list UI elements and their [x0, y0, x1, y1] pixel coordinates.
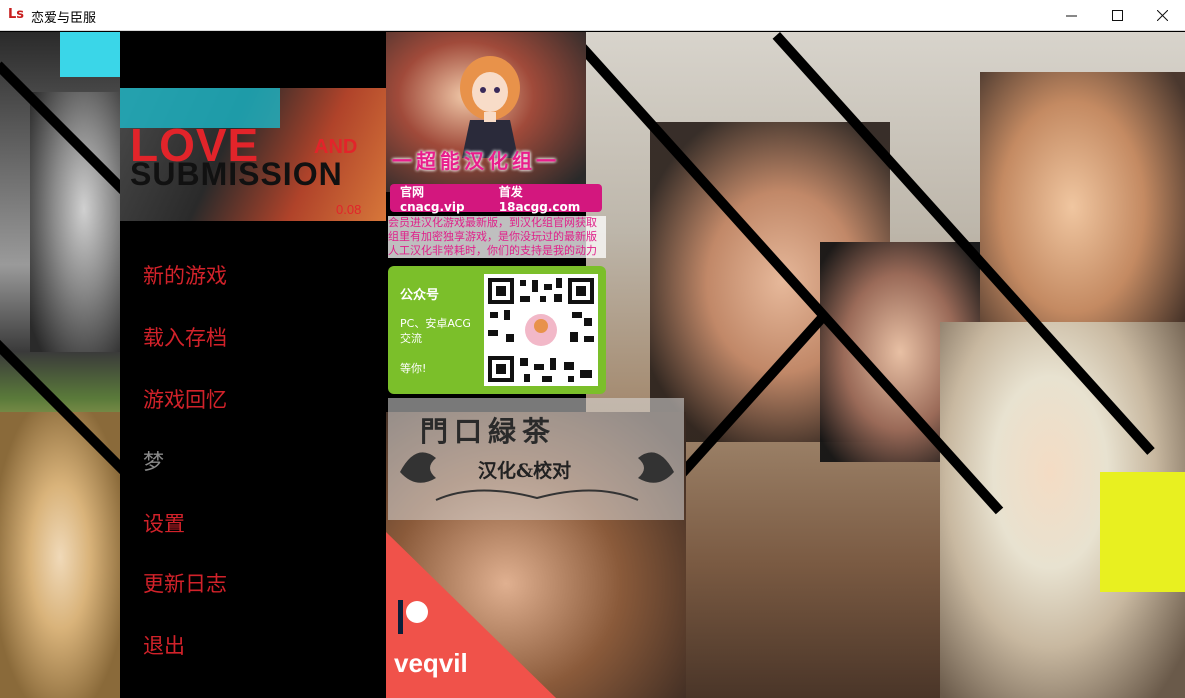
credit-names: 門口緑茶: [420, 415, 557, 448]
translation-group-title: 一超能汉化组一: [392, 149, 560, 173]
menu-quit[interactable]: 退出: [143, 630, 185, 660]
qr-card: 公众号 PC、安卓ACG交流 等你!: [388, 266, 606, 394]
notice-line: 组里有加密独享游戏，是你没玩过的最新版: [388, 230, 597, 243]
translation-site-banner[interactable]: 官网 cnacg.vip 首发18acgg.com: [390, 184, 602, 214]
notice-line: 会员进汉化游戏最新版，到汉化组官网获取: [388, 216, 597, 229]
game-main-menu: LOVE AND SUBMISSION 0.08 新的游戏 载入存档 游戏回忆 …: [0, 32, 1185, 698]
character-art-man: [30, 92, 120, 352]
game-logo: LOVE AND SUBMISSION 0.08: [120, 88, 386, 221]
menu-gallery[interactable]: 游戏回忆: [143, 384, 227, 414]
menu-dream: 梦: [143, 450, 164, 474]
patreon-name: veqvil: [394, 648, 468, 678]
patreon-icon: [398, 600, 428, 634]
close-button[interactable]: [1139, 0, 1185, 31]
window-title-bar: Ls 恋爱与臣服: [0, 0, 1185, 31]
logo-submission-text: SUBMISSION: [130, 156, 343, 192]
menu-settings[interactable]: 设置: [143, 508, 185, 538]
qr-title: 公众号: [400, 288, 440, 303]
left-artwork-strip: [0, 32, 120, 698]
minimize-icon: [1065, 15, 1077, 17]
maximize-icon: [1111, 10, 1123, 21]
qr-description: PC、安卓ACG交流: [400, 317, 471, 345]
qr-wait-text: 等你!: [400, 362, 427, 375]
site-label-2: 首发18acgg.com: [498, 184, 581, 214]
credit-subtitle: 汉化&校对: [478, 460, 572, 482]
window-title: 恋爱与臣服: [31, 11, 97, 26]
maximize-button[interactable]: [1094, 0, 1140, 31]
background-cyan-block: [60, 32, 120, 77]
notice-line: 人工汉化非常耗时，你们的支持是我的动力: [388, 244, 597, 257]
background-yellow-block: [1100, 472, 1185, 592]
menu-changelog[interactable]: 更新日志: [143, 568, 227, 598]
close-icon: [1156, 10, 1168, 21]
site-label: 官网 cnacg.vip: [400, 184, 465, 214]
version-label: 0.08: [336, 202, 362, 217]
translation-notice: 会员进汉化游戏最新版，到汉化组官网获取 组里有加密独享游戏，是你没玩过的最新版 …: [388, 216, 606, 258]
app-icon: Ls: [8, 7, 25, 22]
minimize-button[interactable]: [1048, 0, 1094, 31]
qr-code-icon: [484, 274, 598, 386]
menu-load-game[interactable]: 载入存档: [143, 322, 227, 352]
menu-new-game[interactable]: 新的游戏: [143, 260, 227, 290]
mascot-image: [460, 56, 520, 158]
